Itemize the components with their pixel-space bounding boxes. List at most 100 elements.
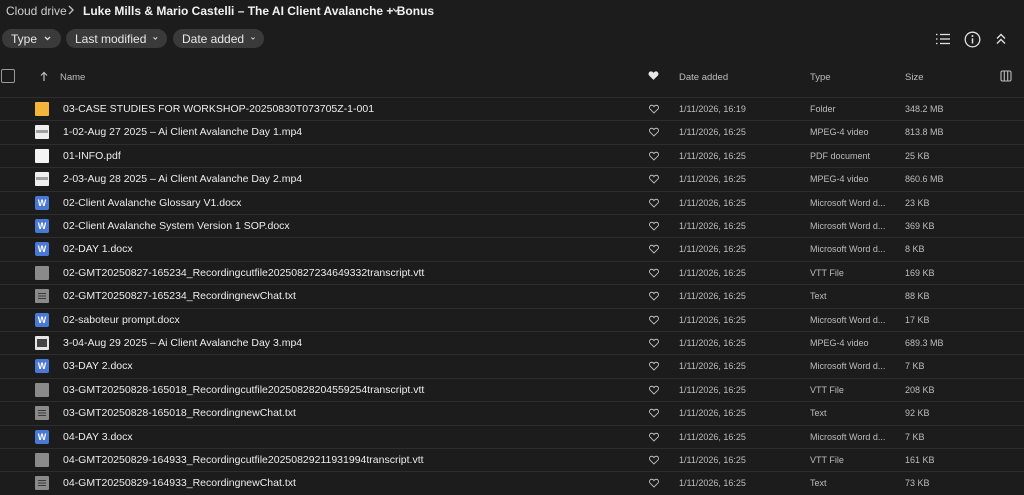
file-row[interactable]: 02-GMT20250827-165234_RecordingnewChat.t…: [0, 284, 1024, 307]
file-date-added: 1/11/2026, 16:25: [679, 221, 746, 231]
favourite-heart-icon[interactable]: [649, 385, 659, 395]
vtt-file-icon: [35, 453, 49, 467]
favourite-heart-icon[interactable]: [649, 361, 659, 372]
file-name[interactable]: 04-GMT20250829-164933_RecordingnewChat.t…: [63, 477, 296, 489]
file-date-added: 1/11/2026, 16:25: [679, 291, 746, 302]
file-name[interactable]: 03-DAY 2.docx: [63, 360, 133, 372]
file-size: 689.3 MB: [905, 338, 944, 348]
file-name[interactable]: 04-DAY 3.docx: [63, 431, 133, 443]
file-row[interactable]: W 02-Client Avalanche Glossary V1.docx 1/1…: [0, 190, 1024, 214]
file-date-added: 1/11/2026, 16:25: [679, 338, 746, 348]
file-date-added: 1/11/2026, 16:25: [679, 361, 746, 372]
file-type: Text: [810, 478, 827, 489]
filter-type[interactable]: Type: [2, 29, 61, 48]
file-date-added: 1/11/2026, 16:25: [679, 267, 746, 278]
file-row[interactable]: 03-GMT20250828-165018_RecordingnewChat.t…: [0, 401, 1024, 424]
column-header-type[interactable]: Type: [810, 72, 831, 83]
column-header-date-added[interactable]: Date added: [679, 72, 728, 83]
file-row[interactable]: 01-INFO.pdf 1/11/2026, 16:25 PDF document 2…: [0, 143, 1024, 167]
vtt-file-icon: [35, 382, 49, 397]
file-date-added: 1/11/2026, 16:25: [679, 197, 746, 208]
filter-last-modified[interactable]: Last modified: [66, 29, 167, 48]
word-file-icon: W: [35, 219, 49, 233]
file-row[interactable]: W 04-DAY 3.docx 1/11/2026, 16:25 Microsoft …: [0, 424, 1024, 448]
file-row[interactable]: 04-GMT20250829-164933_Recordingcutfile20…: [0, 448, 1024, 471]
favourite-heart-icon[interactable]: [649, 151, 659, 161]
file-date-added: 1/11/2026, 16:25: [679, 384, 746, 395]
favourite-heart-icon[interactable]: [649, 174, 659, 184]
file-row[interactable]: 04-GMT20250829-164933_RecordingnewChat.t…: [0, 471, 1024, 494]
file-name[interactable]: 02-GMT20250827-165234_Recordingcutfile20…: [63, 267, 424, 279]
breadcrumb-current-folder[interactable]: Luke Mills & Mario Castelli – The AI Cli…: [83, 4, 434, 18]
file-name[interactable]: 02-GMT20250827-165234_RecordingnewChat.t…: [63, 290, 296, 302]
list-view-icon[interactable]: [933, 29, 953, 49]
file-name[interactable]: 03-GMT20250828-165018_Recordingcutfile20…: [63, 384, 424, 396]
filter-last-modified-label: Last modified: [75, 31, 147, 46]
file-type: VTT File: [810, 455, 844, 465]
file-name[interactable]: 03-GMT20250828-165018_RecordingnewChat.t…: [63, 407, 296, 419]
file-row[interactable]: 03-GMT20250828-165018_Recordingcutfile20…: [0, 377, 1024, 401]
sort-ascending-icon[interactable]: [39, 71, 49, 82]
file-size: 169 KB: [905, 267, 935, 278]
favourite-heart-icon[interactable]: [649, 244, 659, 255]
word-file-icon: W: [35, 359, 49, 374]
favourite-heart-icon[interactable]: [649, 268, 659, 278]
chevron-down-icon: [44, 36, 51, 41]
file-name[interactable]: 02-DAY 1.docx: [63, 243, 133, 255]
file-name[interactable]: 04-GMT20250829-164933_Recordingcutfile20…: [63, 454, 424, 466]
file-name[interactable]: 01-INFO.pdf: [63, 150, 121, 162]
favourite-heart-icon[interactable]: [649, 432, 659, 442]
info-icon[interactable]: [962, 29, 982, 49]
file-size: 88 KB: [905, 291, 930, 302]
file-name[interactable]: 02-Client Avalanche Glossary V1.docx: [63, 197, 241, 209]
file-row[interactable]: W 03-DAY 2.docx 1/11/2026, 16:25 Microsoft …: [0, 354, 1024, 377]
favourite-heart-icon[interactable]: [649, 455, 659, 465]
file-type: Text: [810, 408, 827, 419]
file-row[interactable]: 3-04-Aug 29 2025 – Ai Client Avalanche D…: [0, 331, 1024, 354]
file-row[interactable]: W 02-DAY 1.docx 1/11/2026, 16:25 Microsoft …: [0, 237, 1024, 260]
file-date-added: 1/11/2026, 16:19: [679, 104, 746, 114]
file-date-added: 1/11/2026, 16:25: [679, 408, 746, 419]
filter-date-added-label: Date added: [182, 31, 245, 46]
text-file-icon: [35, 406, 49, 421]
file-row[interactable]: 2-03-Aug 28 2025 – Ai Client Avalanche D…: [0, 167, 1024, 190]
favourite-heart-icon[interactable]: [649, 338, 659, 348]
chevron-right-icon: [68, 5, 74, 15]
file-date-added: 1/11/2026, 16:25: [679, 244, 746, 255]
columns-settings-icon[interactable]: [1000, 70, 1012, 82]
favourite-heart-icon[interactable]: [649, 104, 659, 114]
filter-date-added[interactable]: Date added: [173, 29, 264, 48]
file-name[interactable]: 1-02-Aug 27 2025 – Ai Client Avalanche D…: [63, 126, 302, 138]
file-size: 17 KB: [905, 314, 930, 325]
file-type: Folder: [810, 104, 836, 114]
favourite-heart-icon[interactable]: [649, 315, 659, 325]
file-row[interactable]: W 02-saboteur prompt.docx 1/11/2026, 16:25…: [0, 307, 1024, 331]
column-header-size[interactable]: Size: [905, 72, 923, 83]
file-name[interactable]: 02-Client Avalanche System Version 1 SOP…: [63, 220, 290, 232]
file-row[interactable]: 1-02-Aug 27 2025 – Ai Client Avalanche D…: [0, 120, 1024, 143]
favourite-heart-icon[interactable]: [649, 478, 659, 489]
favourite-heart-icon[interactable]: [649, 221, 659, 231]
file-name[interactable]: 03-CASE STUDIES FOR WORKSHOP-20250830T07…: [63, 103, 374, 115]
collapse-icon[interactable]: [991, 29, 1011, 49]
file-name[interactable]: 3-04-Aug 29 2025 – Ai Client Avalanche D…: [63, 337, 302, 349]
file-row[interactable]: 02-GMT20250827-165234_Recordingcutfile20…: [0, 260, 1024, 284]
file-size: 7 KB: [905, 361, 925, 372]
favourite-heart-icon[interactable]: [649, 198, 659, 208]
file-date-added: 1/11/2026, 16:25: [679, 127, 746, 138]
chevron-down-icon[interactable]: [390, 4, 402, 16]
favourite-heart-icon[interactable]: [648, 70, 659, 81]
file-name[interactable]: 2-03-Aug 28 2025 – Ai Client Avalanche D…: [63, 173, 302, 185]
file-name[interactable]: 02-saboteur prompt.docx: [63, 314, 180, 326]
breadcrumb-root[interactable]: Cloud drive: [6, 4, 67, 18]
file-row[interactable]: W 02-Client Avalanche System Version 1 SO…: [0, 214, 1024, 237]
file-size: 161 KB: [905, 455, 935, 465]
word-file-icon: W: [35, 312, 49, 327]
favourite-heart-icon[interactable]: [649, 127, 659, 138]
file-row[interactable]: 03-CASE STUDIES FOR WORKSHOP-20250830T07…: [0, 97, 1024, 120]
favourite-heart-icon[interactable]: [649, 291, 659, 301]
select-all-checkbox[interactable]: [1, 69, 15, 83]
file-type: Microsoft Word d...: [810, 244, 886, 255]
column-header-name[interactable]: Name: [60, 72, 85, 83]
favourite-heart-icon[interactable]: [649, 408, 659, 418]
